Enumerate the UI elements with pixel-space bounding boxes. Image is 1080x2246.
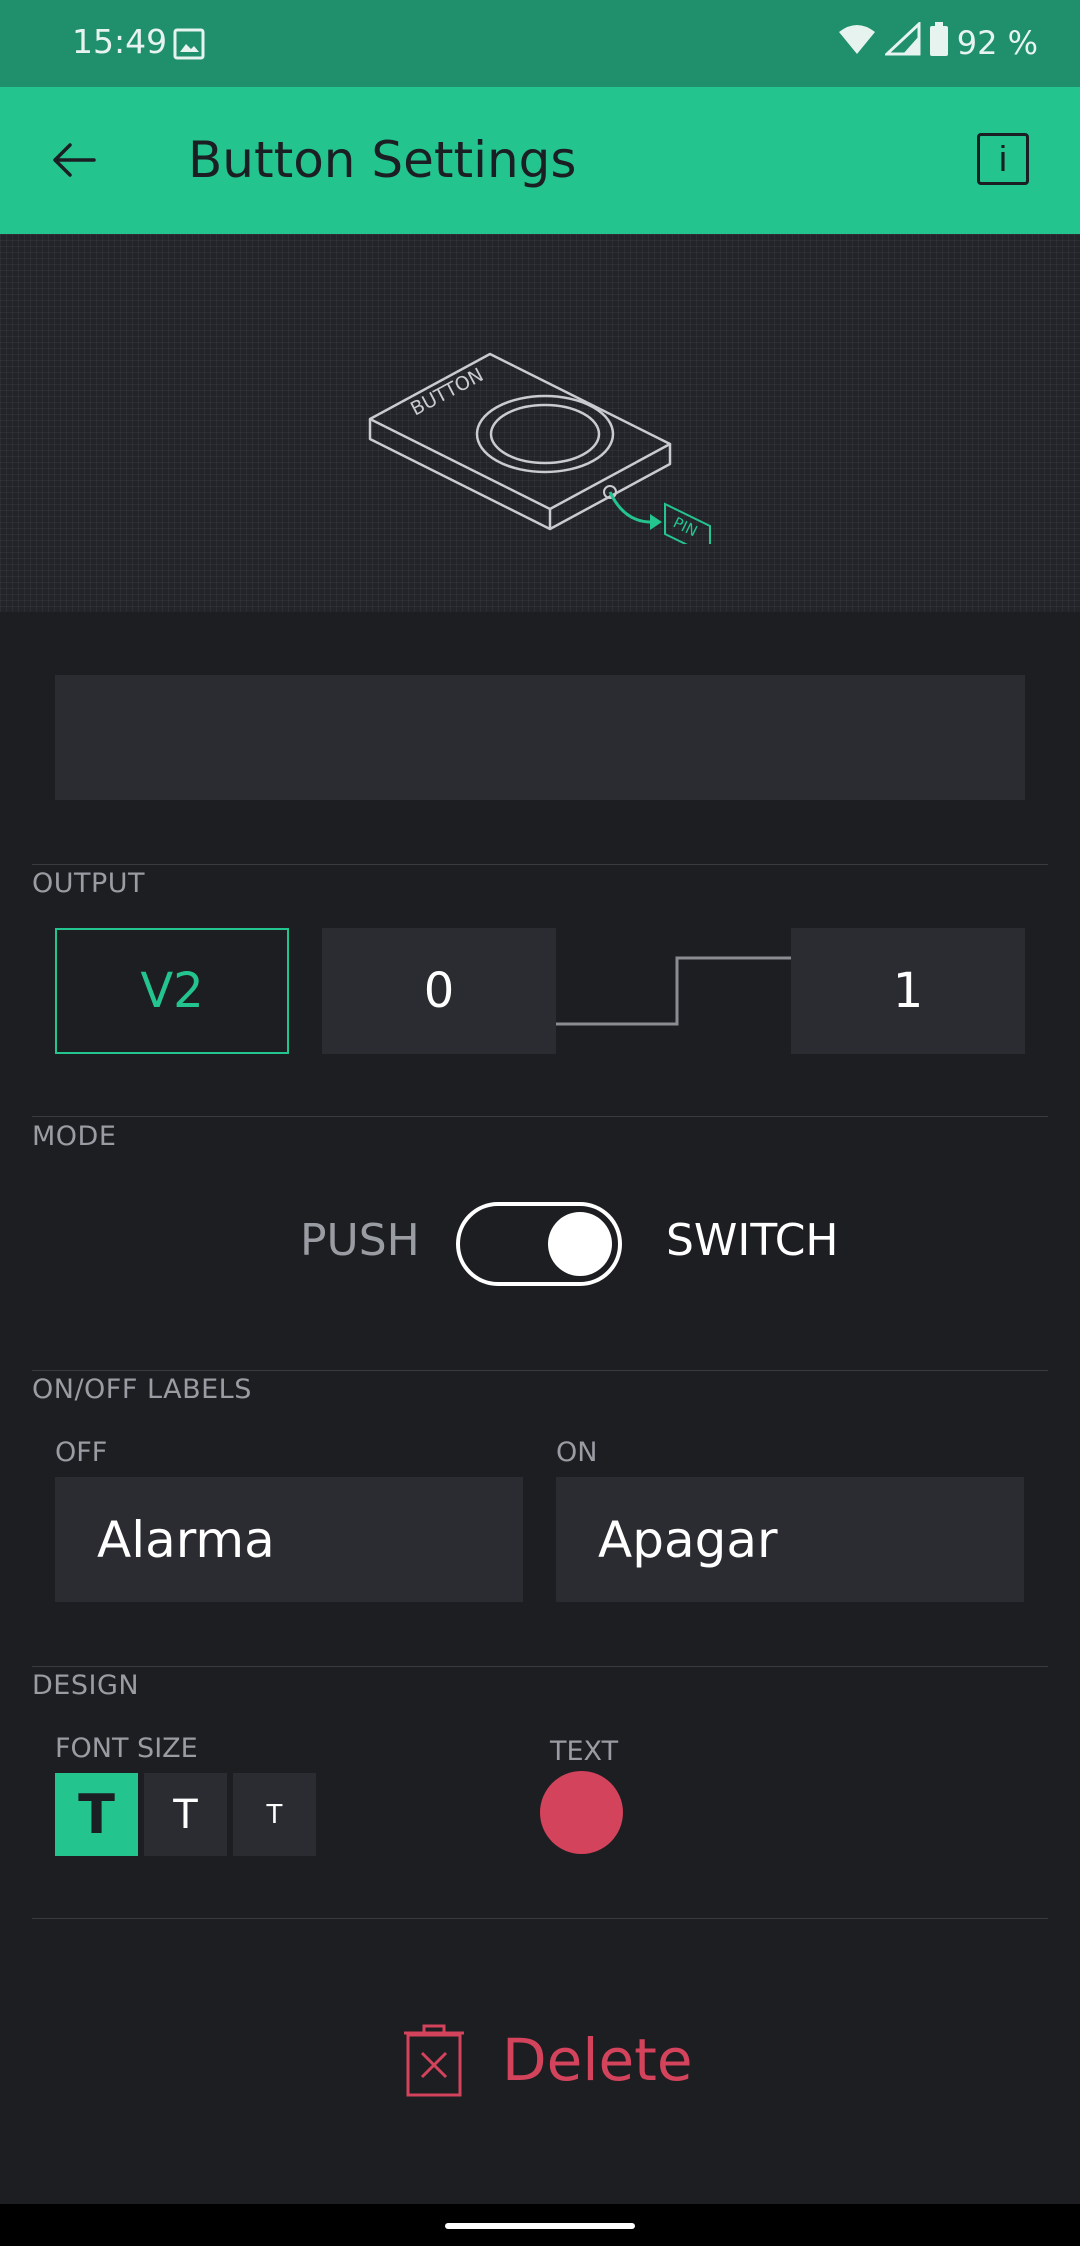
mode-push-label[interactable]: PUSH (300, 1215, 420, 1266)
on-label-caption: ON (556, 1437, 598, 1468)
status-time: 15:49 (72, 22, 168, 61)
page-title: Button Settings (188, 131, 577, 189)
battery-icon (929, 22, 949, 64)
widget-preview: BUTTON PIN (0, 234, 1080, 612)
divider (32, 1116, 1048, 1117)
output-max-value[interactable]: 1 (791, 928, 1025, 1054)
font-size-large-button[interactable]: T (55, 1773, 138, 1856)
divider (32, 1666, 1048, 1667)
output-section-label: OUTPUT (32, 868, 146, 899)
on-label-input[interactable]: Apagar (556, 1477, 1024, 1602)
delete-button[interactable]: Delete (400, 2010, 693, 2110)
status-right: 92 % (837, 20, 1038, 64)
battery-percent: 92 % (956, 24, 1038, 62)
off-label-input[interactable]: Alarma (55, 1477, 523, 1602)
design-section-label: DESIGN (32, 1670, 140, 1701)
arrow-left-icon (53, 143, 96, 177)
wifi-icon (837, 22, 877, 64)
font-size-label: FONT SIZE (55, 1733, 198, 1764)
trash-icon (404, 2024, 464, 2097)
font-size-small-button[interactable]: T (233, 1773, 316, 1856)
delete-label: Delete (502, 2026, 693, 2094)
toggle-knob (548, 1212, 612, 1276)
home-handle[interactable] (445, 2223, 635, 2229)
output-min-value[interactable]: 0 (322, 928, 556, 1054)
labels-section-label: ON/OFF LABELS (32, 1374, 252, 1405)
text-color-picker[interactable] (540, 1771, 623, 1854)
off-label-caption: OFF (55, 1437, 108, 1468)
back-button[interactable] (42, 128, 106, 192)
font-size-medium-button[interactable]: T (144, 1773, 227, 1856)
mode-toggle[interactable] (456, 1202, 622, 1286)
pin-label: PIN (670, 513, 700, 540)
text-color-label: TEXT (550, 1736, 619, 1767)
pin-selector[interactable]: V2 (55, 928, 289, 1054)
divider (32, 864, 1048, 865)
divider (32, 1370, 1048, 1371)
widget-name-input[interactable] (55, 675, 1025, 800)
mode-switch-label[interactable]: SWITCH (666, 1215, 839, 1266)
mode-section-label: MODE (32, 1121, 117, 1152)
output-step-line (556, 956, 792, 1026)
image-icon (172, 27, 206, 65)
info-button[interactable]: i (977, 133, 1029, 185)
info-icon: i (999, 138, 1007, 179)
divider (32, 1918, 1048, 1919)
button-device-illustration: BUTTON PIN (368, 352, 711, 544)
signal-icon (882, 20, 921, 64)
